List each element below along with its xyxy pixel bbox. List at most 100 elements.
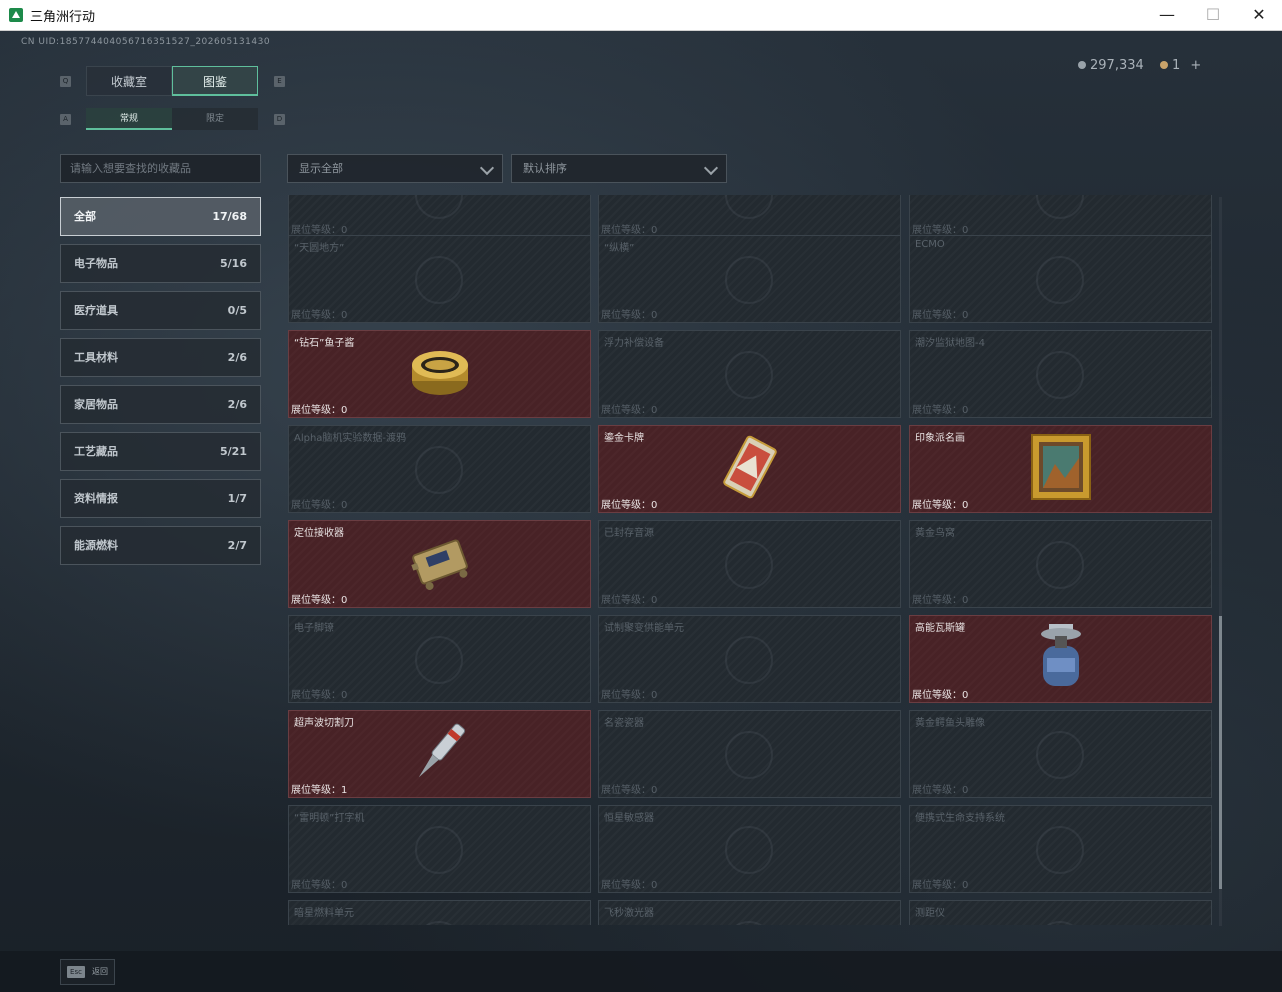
grid-scrollbar-thumb[interactable] (1219, 616, 1222, 889)
display-filter-dropdown[interactable]: 显示全部 (287, 154, 503, 183)
ticket-amount: 1 (1172, 58, 1181, 73)
card-level-value: 0 (651, 690, 658, 701)
collection-card[interactable]: 暗星燃料单元 (288, 900, 591, 925)
card-level: 展位等级：0 (912, 306, 968, 321)
collection-grid: 展位等级：0 展位等级：0 展位等级：0 “天圆地方” 展位等级：0 “纵横” 展位等级：0… (288, 195, 1213, 925)
close-button[interactable]: ✕ (1236, 0, 1282, 30)
category-label: 工具材料 (74, 351, 118, 364)
subtab-regular[interactable]: 常规 (86, 108, 172, 130)
tab-catalog[interactable]: 图鉴 (172, 66, 258, 96)
card-item-name: 印象派名画 (915, 433, 965, 444)
card-level-value: 0 (962, 880, 969, 891)
category-label: 电子物品 (74, 257, 118, 270)
collection-card[interactable]: 测距仪 (909, 900, 1212, 925)
category-item[interactable]: 工具材料 2/6 (60, 338, 261, 377)
category-item[interactable]: 医疗道具 0/5 (60, 291, 261, 330)
collection-card[interactable]: 鎏金卡牌 展位等级：0 (598, 425, 901, 513)
collection-card[interactable]: 展位等级：0 (288, 195, 591, 238)
locked-item-silhouette-icon (725, 256, 773, 304)
card-level: 展位等级：0 (601, 221, 657, 236)
card-level-label: 展位等级： (601, 595, 651, 606)
collection-card[interactable]: 黄金鳄鱼头雕像 展位等级：0 (909, 710, 1212, 798)
key-hint-d: D (274, 114, 285, 125)
collection-card[interactable]: Alpha脑机实验数据-渡鸦 展位等级：0 (288, 425, 591, 513)
window-title: 三角洲行动 (30, 10, 96, 25)
add-currency-button[interactable]: + (1190, 58, 1201, 73)
collection-card[interactable]: 电子脚镣 展位等级：0 (288, 615, 591, 703)
category-count: 0/5 (227, 304, 247, 317)
collection-card[interactable]: 定位接收器 展位等级：0 (288, 520, 591, 608)
collection-card[interactable]: 浮力补偿设备 展位等级：0 (598, 330, 901, 418)
coin-amount: 297,334 (1090, 58, 1144, 73)
collection-card[interactable]: 潮汐监狱地图-4 展位等级：0 (909, 330, 1212, 418)
card-item-name: 便携式生命支持系统 (915, 813, 1005, 824)
card-level-value: 0 (651, 785, 658, 796)
category-item[interactable]: 电子物品 5/16 (60, 244, 261, 283)
card-level-value: 1 (341, 785, 348, 796)
card-level-value: 0 (341, 880, 348, 891)
card-item-name: “天圆地方” (294, 243, 345, 254)
card-level: 展位等级：0 (912, 401, 968, 416)
sub-tabs: 常规 限定 (86, 108, 258, 130)
card-level: 展位等级：0 (601, 781, 657, 796)
category-item[interactable]: 能源燃料 2/7 (60, 526, 261, 565)
category-item[interactable]: 家居物品 2/6 (60, 385, 261, 424)
category-item[interactable]: 资料情报 1/7 (60, 479, 261, 518)
collection-card[interactable]: 印象派名画 展位等级：0 (909, 425, 1212, 513)
locked-item-silhouette-icon (415, 195, 463, 219)
collection-card[interactable]: “雷明顿”打字机 展位等级：0 (288, 805, 591, 893)
minimize-button[interactable]: — (1144, 0, 1190, 30)
maximize-button[interactable]: ☐ (1190, 0, 1236, 30)
collection-card[interactable]: “纵横” 展位等级：0 (598, 235, 901, 323)
collection-card[interactable]: 展位等级：0 (598, 195, 901, 238)
locked-item-silhouette-icon (725, 541, 773, 589)
card-level: 展位等级：0 (291, 401, 347, 416)
card-level-value: 0 (962, 310, 969, 321)
card-item-name: 鎏金卡牌 (604, 433, 644, 444)
back-button[interactable]: Esc 返回 (60, 959, 115, 985)
collection-card[interactable]: “天圆地方” 展位等级：0 (288, 235, 591, 323)
card-level-value: 0 (341, 405, 348, 416)
collection-card[interactable]: 展位等级：0 (909, 195, 1212, 238)
collection-card[interactable]: 飞秒激光器 (598, 900, 901, 925)
collection-card[interactable]: “钻石”鱼子酱 展位等级：0 (288, 330, 591, 418)
locked-item-silhouette-icon (725, 351, 773, 399)
search-input[interactable] (60, 154, 261, 183)
collection-card[interactable]: 已封存音源 展位等级：0 (598, 520, 901, 608)
category-item[interactable]: 工艺藏品 5/21 (60, 432, 261, 471)
locked-item-silhouette-icon (415, 636, 463, 684)
category-count: 2/6 (227, 351, 247, 364)
card-level-label: 展位等级： (291, 785, 341, 796)
esc-key-hint: Esc (67, 966, 85, 978)
card-level: 展位等级：0 (601, 591, 657, 606)
locked-item-silhouette-icon (725, 731, 773, 779)
card-item-name: “纵横” (604, 243, 635, 254)
collection-card[interactable]: 试制聚变供能单元 展位等级：0 (598, 615, 901, 703)
collection-card[interactable]: 高能瓦斯罐 展位等级：0 (909, 615, 1212, 703)
card-level-value: 0 (341, 690, 348, 701)
subtab-limited[interactable]: 限定 (172, 108, 258, 130)
card-level: 展位等级：0 (291, 876, 347, 891)
card-level: 展位等级：0 (912, 876, 968, 891)
card-level: 展位等级：0 (912, 686, 968, 701)
card-level-value: 0 (651, 880, 658, 891)
sort-dropdown[interactable]: 默认排序 (511, 154, 727, 183)
collection-card[interactable]: 黄金鸟窝 展位等级：0 (909, 520, 1212, 608)
tab-collection-room[interactable]: 收藏室 (86, 66, 172, 96)
collection-card[interactable]: 恒星敏感器 展位等级：0 (598, 805, 901, 893)
locked-item-silhouette-icon (1036, 921, 1084, 925)
card-level-value: 0 (341, 595, 348, 606)
category-item[interactable]: 全部 17/68 (60, 197, 261, 236)
card-level-value: 0 (962, 500, 969, 511)
card-item-name: 黄金鳄鱼头雕像 (915, 718, 985, 729)
category-count: 2/7 (227, 539, 247, 552)
collection-card[interactable]: ECMO 展位等级：0 (909, 235, 1212, 323)
category-list: 全部 17/68 电子物品 5/16 医疗道具 0/5 工具材料 2/6 家居物品 2/6 工艺藏品… (60, 197, 261, 573)
collection-card[interactable]: 便携式生命支持系统展位等级：0 (909, 805, 1212, 893)
collection-card[interactable]: 名瓷瓷器 展位等级：0 (598, 710, 901, 798)
card-level-label: 展位等级： (291, 405, 341, 416)
card-level-value: 0 (962, 690, 969, 701)
locked-item-silhouette-icon (415, 256, 463, 304)
category-label: 医疗道具 (74, 304, 118, 317)
collection-card[interactable]: 超声波切割刀 展位等级：1 (288, 710, 591, 798)
